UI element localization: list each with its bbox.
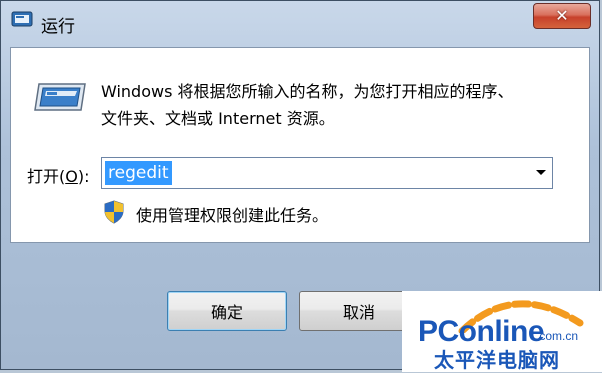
open-label: 打开(O): [27,163,89,187]
uac-shield-icon [104,200,124,224]
open-combobox[interactable]: regedit [101,157,553,189]
description-text: Windows 将根据您所输入的名称，为您打开相应的程序、 文件夹、文档或 In… [101,78,571,132]
open-input-value[interactable]: regedit [105,161,172,185]
watermark-subtitle: 太平洋电脑网 [434,348,560,372]
run-app-icon [11,11,33,27]
description-line-2: 文件夹、文档或 Internet 资源。 [101,109,335,128]
cancel-button[interactable]: 取消 [299,291,419,331]
close-icon: ✕ [555,6,569,25]
admin-privilege-note: 使用管理权限创建此任务。 [136,206,329,225]
dialog-body: Windows 将根据您所输入的名称，为您打开相应的程序、 文件夹、文档或 In… [10,47,590,243]
title-bar[interactable]: 运行 ✕ [1,1,599,47]
watermark-suffix: .com.cn [536,329,579,343]
window-title: 运行 [41,17,75,37]
run-program-icon [34,83,86,111]
description-line-1: Windows 将根据您所输入的名称，为您打开相应的程序、 [101,82,514,101]
open-label-hotkey: O [65,167,78,186]
pconline-watermark: PConline .com.cn 太平洋电脑网 [402,291,602,372]
ok-button[interactable]: 确定 [167,291,287,331]
open-label-suffix: ): [77,167,90,186]
close-button[interactable]: ✕ [533,3,591,29]
open-label-prefix: 打开( [27,167,66,186]
dropdown-arrow-icon[interactable] [536,170,546,175]
